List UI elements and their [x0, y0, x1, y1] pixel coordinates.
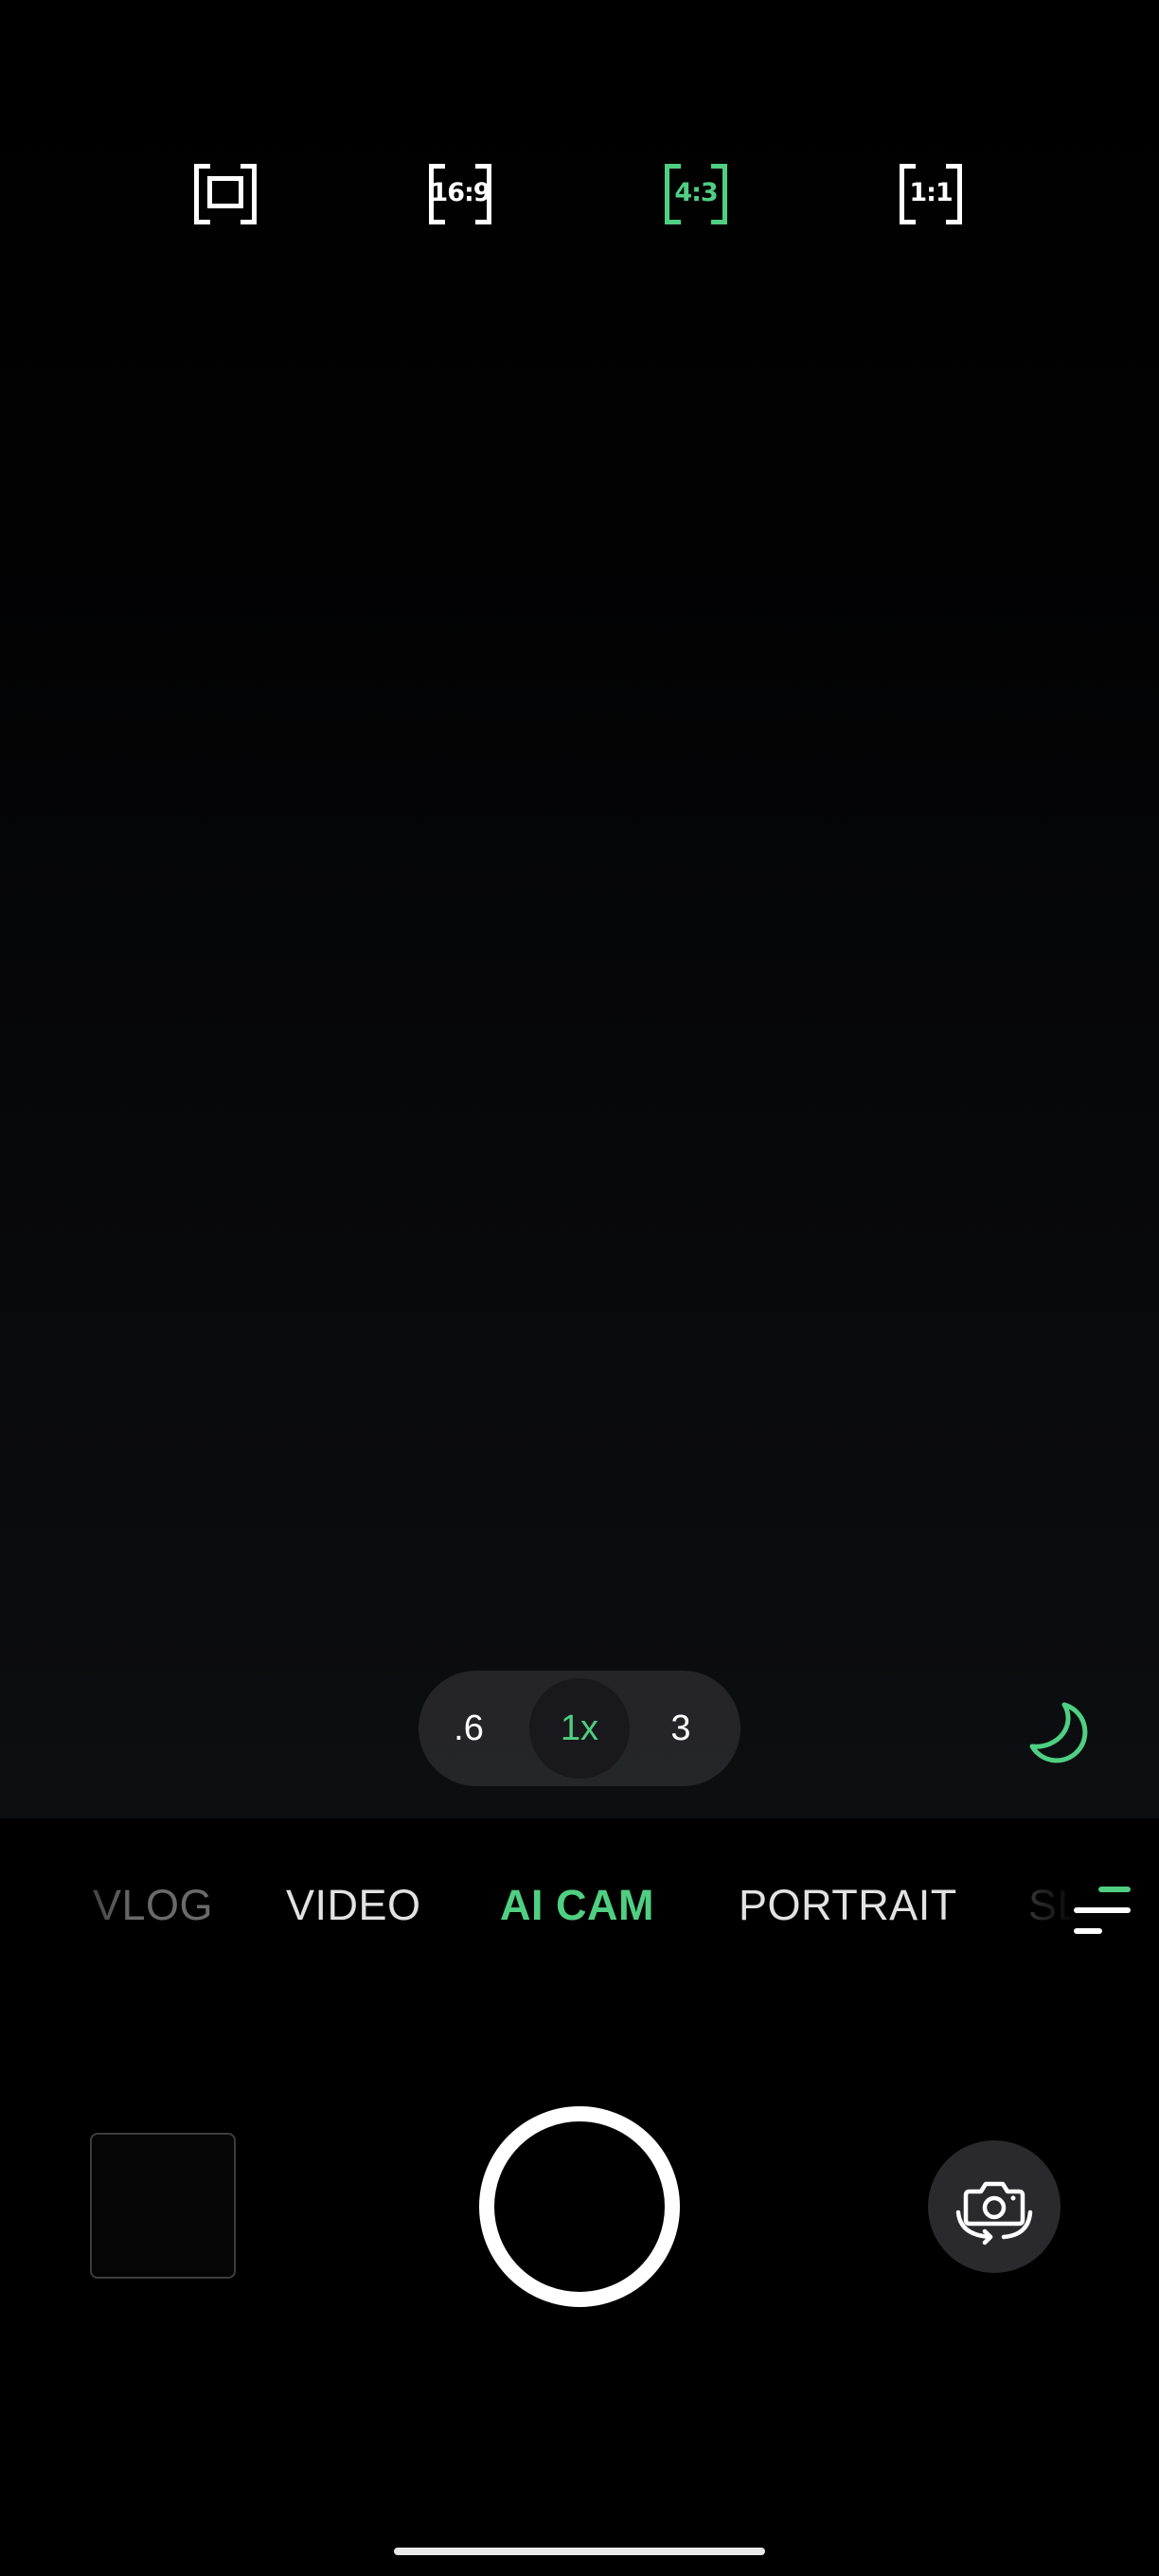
- aspect-1-1-label: 1:1: [909, 177, 953, 207]
- night-mode-button[interactable]: [1023, 1697, 1098, 1773]
- home-indicator[interactable]: [394, 2548, 765, 2555]
- mode-vlog[interactable]: VLOG: [93, 1881, 213, 1930]
- gallery-thumbnail[interactable]: [90, 2133, 236, 2279]
- aspect-16-9-button[interactable]: 16:9: [415, 152, 506, 233]
- aspect-ratio-bar: 16:9 4:3 1:1: [0, 152, 1159, 233]
- full-frame-icon: [194, 164, 257, 224]
- more-modes-button[interactable]: [1072, 1885, 1132, 1938]
- flip-camera-icon: [955, 2181, 1033, 2245]
- shutter-button[interactable]: [479, 2106, 680, 2307]
- zoom-3x-button[interactable]: 3: [631, 1678, 731, 1779]
- aspect-4-3-button[interactable]: 4:3: [651, 152, 741, 233]
- moon-icon: [1029, 1702, 1088, 1763]
- aspect-4-3-label: 4:3: [674, 177, 718, 207]
- mode-video[interactable]: VIDEO: [286, 1881, 421, 1930]
- camera-viewfinder[interactable]: [0, 0, 1159, 1818]
- aspect-full-button[interactable]: [180, 152, 271, 233]
- mode-ai-cam[interactable]: AI CAM: [500, 1881, 654, 1930]
- aspect-16-9-label: 16:9: [430, 177, 490, 207]
- aspect-1-1-button[interactable]: 1:1: [885, 152, 976, 233]
- zoom-0-6-button[interactable]: .6: [419, 1678, 519, 1779]
- aspect-4-3-icon: 4:3: [665, 164, 727, 224]
- aspect-1-1-icon: 1:1: [900, 164, 962, 224]
- zoom-1x-button[interactable]: 1x: [529, 1678, 630, 1779]
- aspect-16-9-icon: 16:9: [429, 164, 491, 224]
- mode-portrait[interactable]: PORTRAIT: [739, 1881, 957, 1930]
- zoom-selector: .6 1x 3: [419, 1671, 740, 1786]
- flip-camera-button[interactable]: [928, 2140, 1061, 2273]
- camera-mode-strip: VLOG VIDEO AI CAM PORTRAIT SL: [0, 1862, 1159, 1957]
